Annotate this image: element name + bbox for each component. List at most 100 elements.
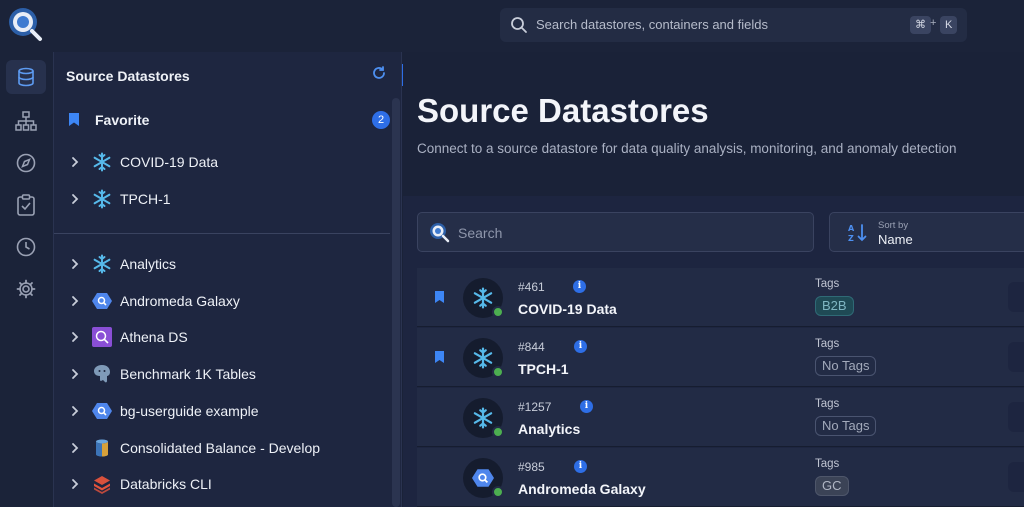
rail-datastores-button[interactable] xyxy=(6,60,46,94)
rail-tree-button[interactable] xyxy=(6,104,46,138)
tags-label: Tags xyxy=(815,398,840,410)
tags-label: Tags xyxy=(815,458,840,470)
main-content: Source Datastores Connect to a source da… xyxy=(403,52,1024,507)
datastore-row[interactable]: #461 i COVID-19 Data Tags B2B xyxy=(417,268,1024,327)
info-icon[interactable]: i xyxy=(574,460,587,473)
datastore-id: #985 xyxy=(518,460,545,474)
tree-item[interactable]: Benchmark 1K Tables xyxy=(66,363,382,387)
database-icon xyxy=(18,67,34,87)
bookmark-icon[interactable] xyxy=(434,290,445,304)
chevron-right-icon xyxy=(72,332,79,343)
row-actions-edge[interactable] xyxy=(1008,402,1024,432)
tree-item-label: Analytics xyxy=(120,256,177,272)
tree-item-label: bg-userguide example xyxy=(120,402,259,419)
rail-settings-button[interactable] xyxy=(6,272,46,306)
gear-icon xyxy=(16,279,36,299)
status-online-dot xyxy=(492,366,504,378)
datastore-row[interactable]: #844 i TPCH-1 Tags No Tags xyxy=(417,328,1024,387)
info-icon[interactable]: i xyxy=(580,400,593,413)
datastore-id: #461 xyxy=(518,280,545,294)
datastore-id: #844 xyxy=(518,340,545,354)
row-actions-edge[interactable] xyxy=(1008,342,1024,372)
rail-checks-button[interactable] xyxy=(6,188,46,222)
tree-title: Source Datastores xyxy=(66,68,190,84)
favorite-count-badge: 2 xyxy=(372,111,390,129)
page-title: Source Datastores xyxy=(417,92,709,129)
datastore-name[interactable]: Analytics xyxy=(518,421,580,437)
svg-text:Z: Z xyxy=(848,234,854,243)
bigquery-icon xyxy=(92,401,112,421)
bookmark-icon xyxy=(69,113,79,126)
favorite-label: Favorite xyxy=(95,112,150,128)
search-logo-icon xyxy=(430,223,450,243)
tree-item[interactable]: COVID-19 Data xyxy=(66,151,382,175)
tree-item[interactable]: bg-userguide example xyxy=(66,400,382,424)
search-icon xyxy=(511,17,527,33)
datastore-id: #1257 xyxy=(518,400,552,414)
tree-item-label: Consolidated Balance - Develop xyxy=(120,439,321,456)
snowflake-icon xyxy=(92,189,112,209)
sort-caption: Sort by xyxy=(878,220,909,231)
datastore-row[interactable]: #1257 i Analytics Tags No Tags xyxy=(417,388,1024,447)
redshift-icon xyxy=(92,438,112,458)
chevron-right-icon xyxy=(72,194,79,204)
datastore-name[interactable]: TPCH-1 xyxy=(518,361,569,377)
chevron-right-icon xyxy=(72,295,79,306)
app-logo-icon[interactable] xyxy=(7,6,43,42)
tree-item-label: Athena DS xyxy=(120,329,188,346)
top-bar: Search datastores, containers and fields… xyxy=(0,0,1024,52)
bigquery-icon xyxy=(92,291,112,311)
datastore-name[interactable]: Andromeda Galaxy xyxy=(518,481,646,497)
row-actions-edge[interactable] xyxy=(1008,462,1024,492)
svg-text:A: A xyxy=(848,224,855,233)
athena-icon xyxy=(92,327,112,348)
datastore-name[interactable]: COVID-19 Data xyxy=(518,301,617,317)
info-icon[interactable]: i xyxy=(573,280,586,293)
bookmark-icon[interactable] xyxy=(434,350,445,364)
shortcut-plus: + xyxy=(930,17,937,29)
tag-badge: GC xyxy=(815,476,849,496)
tree-item[interactable]: TPCH-1 xyxy=(66,188,382,212)
tree-item[interactable]: Andromeda Galaxy xyxy=(66,290,382,314)
databricks-icon xyxy=(92,474,112,495)
tree-divider xyxy=(54,233,390,234)
favorite-group[interactable]: Favorite 2 xyxy=(66,110,390,130)
tag-badge: No Tags xyxy=(815,416,877,436)
global-search-input[interactable]: Search datastores, containers and fields… xyxy=(500,8,967,42)
tree-item[interactable]: Athena DS xyxy=(66,326,382,350)
page-subtitle: Connect to a source datastore for data q… xyxy=(417,141,957,156)
tree-item-label: TPCH-1 xyxy=(120,191,171,207)
snowflake-icon xyxy=(92,152,112,172)
refresh-icon[interactable] xyxy=(372,66,386,80)
tags-label: Tags xyxy=(815,278,840,290)
tag-badge: No Tags xyxy=(815,356,877,376)
postgres-icon xyxy=(92,364,112,384)
tree-item[interactable]: Analytics xyxy=(66,253,382,277)
chevron-right-icon xyxy=(72,442,79,453)
rail-history-button[interactable] xyxy=(6,230,46,264)
datastore-tree-panel: Source Datastores Favorite 2 COVID-19 Da… xyxy=(54,52,402,507)
info-icon[interactable]: i xyxy=(574,340,587,353)
tree-item[interactable]: Databricks CLI xyxy=(66,473,382,497)
clock-icon xyxy=(16,237,36,257)
datastore-row[interactable]: #985 i Andromeda Galaxy Tags GC xyxy=(417,448,1024,507)
tree-item[interactable]: Consolidated Balance - Develop xyxy=(66,437,382,461)
sitemap-icon xyxy=(15,111,37,131)
chevron-right-icon xyxy=(72,369,79,379)
sort-value: Name xyxy=(878,232,913,247)
shortcut-key-cmd: ⌘ xyxy=(910,16,931,34)
status-online-dot xyxy=(492,426,504,438)
tree-scrollbar[interactable] xyxy=(392,98,400,507)
rail-discover-button[interactable] xyxy=(6,146,46,180)
shortcut-key-k: K xyxy=(940,16,958,34)
search-placeholder: Search xyxy=(458,225,503,241)
row-actions-edge[interactable] xyxy=(1008,282,1024,312)
chevron-right-icon xyxy=(72,405,79,416)
datastore-search-input[interactable]: Search xyxy=(417,212,814,252)
sort-dropdown[interactable]: A Z Sort by Name xyxy=(829,212,1024,252)
chevron-right-icon xyxy=(72,259,79,269)
chevron-right-icon xyxy=(72,157,79,167)
chevron-right-icon xyxy=(72,479,79,490)
sort-az-icon: A Z xyxy=(848,224,867,243)
nav-rail xyxy=(0,52,54,507)
